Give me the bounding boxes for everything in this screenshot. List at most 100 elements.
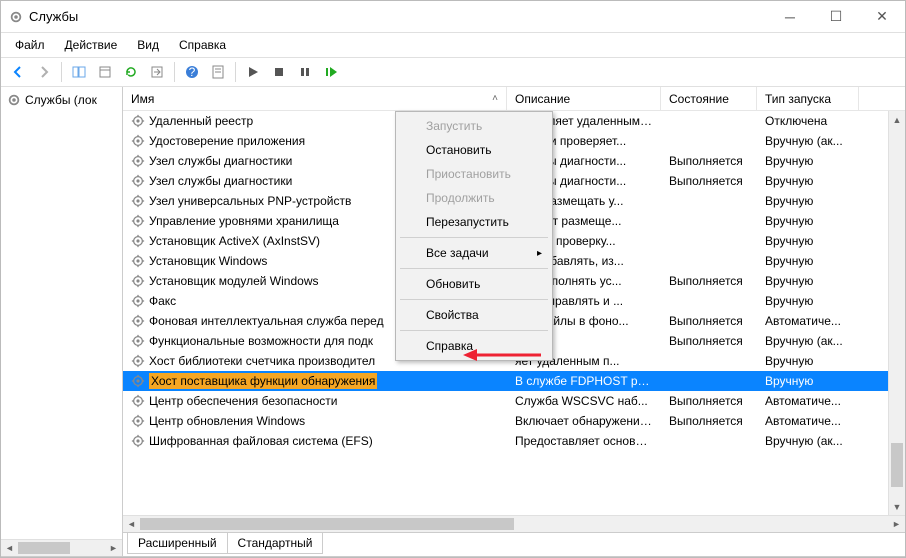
properties-button[interactable] (93, 60, 117, 84)
service-startup-cell: Вручную (757, 294, 859, 308)
gear-icon (131, 354, 145, 368)
maximize-button[interactable]: ☐ (813, 1, 859, 33)
menu-help[interactable]: Справка (171, 35, 234, 55)
service-name-cell: Центр обновления Windows (123, 414, 507, 428)
service-name-cell: Центр обеспечения безопасности (123, 394, 507, 408)
scroll-left-icon[interactable]: ◄ (1, 540, 18, 556)
separator (400, 330, 548, 331)
gear-icon (131, 314, 145, 328)
export-button[interactable] (145, 60, 169, 84)
tab-extended[interactable]: Расширенный (127, 533, 228, 554)
help-button[interactable]: ? (180, 60, 204, 84)
column-startup[interactable]: Тип запуска (757, 87, 859, 110)
refresh-button[interactable] (119, 60, 143, 84)
column-state[interactable]: Состояние (661, 87, 757, 110)
ctx-refresh[interactable]: Обновить (398, 272, 550, 296)
ctx-start[interactable]: Запустить (398, 114, 550, 138)
menubar: Файл Действие Вид Справка (1, 33, 905, 57)
service-state-cell: Выполняется (661, 334, 757, 348)
forward-button[interactable] (32, 60, 56, 84)
annotation-arrow (463, 347, 543, 363)
service-desc-cell: Служба WSCSVC наб... (507, 394, 661, 408)
minimize-button[interactable]: ─ (767, 1, 813, 33)
pause-service-button[interactable] (293, 60, 317, 84)
sort-asc-icon: ˄ (492, 93, 498, 104)
service-name: Хост библиотеки счетчика производител (149, 354, 375, 368)
service-state-cell: Выполняется (661, 394, 757, 408)
ctx-resume[interactable]: Продолжить (398, 186, 550, 210)
service-row[interactable]: Центр обновления WindowsВключает обнаруж… (123, 411, 905, 431)
restart-service-button[interactable] (319, 60, 343, 84)
close-button[interactable]: ✕ (859, 1, 905, 33)
service-name: Удаленный реестр (149, 114, 253, 128)
column-description[interactable]: Описание (507, 87, 661, 110)
gear-icon (131, 434, 145, 448)
scroll-down-icon[interactable]: ▼ (889, 498, 905, 515)
service-startup-cell: Вручную (ак... (757, 434, 859, 448)
ctx-restart[interactable]: Перезапустить (398, 210, 550, 234)
gear-icon (131, 274, 145, 288)
service-name: Хост поставщика функции обнаружения (149, 373, 377, 389)
service-row[interactable]: Шифрованная файловая система (EFS) Предос… (123, 431, 905, 451)
tree-node-label: Службы (лок (25, 93, 97, 107)
service-startup-cell: Вручную (ак... (757, 134, 859, 148)
service-name: Шифрованная файловая система (EFS) (149, 434, 373, 448)
service-name: Установщик Windows (149, 254, 267, 268)
main-panel: Имя˄ Описание Состояние Тип запуска Удал… (123, 87, 905, 556)
service-name: Удостоверение приложения (149, 134, 305, 148)
scroll-right-icon[interactable]: ► (105, 540, 122, 556)
properties-icon[interactable] (206, 60, 230, 84)
ctx-all-tasks[interactable]: Все задачи▸ (398, 241, 550, 265)
service-name: Управление уровнями хранилища (149, 214, 339, 228)
service-startup-cell: Автоматиче... (757, 394, 859, 408)
gear-icon (131, 114, 145, 128)
separator (400, 237, 548, 238)
service-desc-cell: Включает обнаружение,... (507, 414, 661, 428)
tree-node-services[interactable]: Службы (лок (3, 91, 122, 109)
show-hide-tree-button[interactable] (67, 60, 91, 84)
scroll-right-icon[interactable]: ► (888, 516, 905, 532)
separator (174, 62, 175, 82)
gear-icon (131, 374, 145, 388)
service-name: Функциональные возможности для подк (149, 334, 373, 348)
service-name: Факс (149, 294, 176, 308)
tab-standard[interactable]: Стандартный (227, 533, 324, 554)
menu-file[interactable]: Файл (7, 35, 53, 55)
service-name: Установщик ActiveX (AxInstSV) (149, 234, 320, 248)
back-button[interactable] (6, 60, 30, 84)
menu-view[interactable]: Вид (129, 35, 167, 55)
service-desc-cell: Предоставляет основну... (507, 434, 661, 448)
menu-action[interactable]: Действие (57, 35, 126, 55)
service-name: Установщик модулей Windows (149, 274, 318, 288)
service-row[interactable]: Хост поставщика функции обнаруженияВ слу… (123, 371, 905, 391)
start-service-button[interactable] (241, 60, 265, 84)
gear-icon (131, 414, 145, 428)
scroll-up-icon[interactable]: ▲ (889, 111, 905, 128)
scroll-left-icon[interactable]: ◄ (123, 516, 140, 532)
ctx-pause[interactable]: Приостановить (398, 162, 550, 186)
ctx-properties[interactable]: Свойства (398, 303, 550, 327)
gear-icon (131, 194, 145, 208)
service-startup-cell: Вручную (757, 154, 859, 168)
column-name[interactable]: Имя˄ (123, 87, 507, 110)
service-startup-cell: Вручную (757, 234, 859, 248)
service-startup-cell: Отключена (757, 114, 859, 128)
service-startup-cell: Вручную (757, 214, 859, 228)
toolbar: ? (1, 57, 905, 87)
service-row[interactable]: Центр обеспечения безопасностиСлужба WSC… (123, 391, 905, 411)
service-startup-cell: Автоматиче... (757, 414, 859, 428)
gear-icon (7, 93, 21, 107)
service-name: Фоновая интеллектуальная служба перед (149, 314, 384, 328)
gear-icon (131, 174, 145, 188)
services-window: Службы ─ ☐ ✕ Файл Действие Вид Справка ? (0, 0, 906, 558)
tree-hscroll[interactable]: ◄ ► (1, 539, 122, 556)
service-state-cell: Выполняется (661, 314, 757, 328)
service-state-cell: Выполняется (661, 274, 757, 288)
stop-service-button[interactable] (267, 60, 291, 84)
ctx-stop[interactable]: Остановить (398, 138, 550, 162)
horizontal-scrollbar[interactable]: ◄ ► (123, 515, 905, 532)
vertical-scrollbar[interactable]: ▲ ▼ (888, 111, 905, 515)
window-title: Службы (29, 9, 78, 24)
context-menu: Запустить Остановить Приостановить Продо… (395, 111, 553, 361)
tree-panel: Службы (лок ◄ ► (1, 87, 123, 556)
